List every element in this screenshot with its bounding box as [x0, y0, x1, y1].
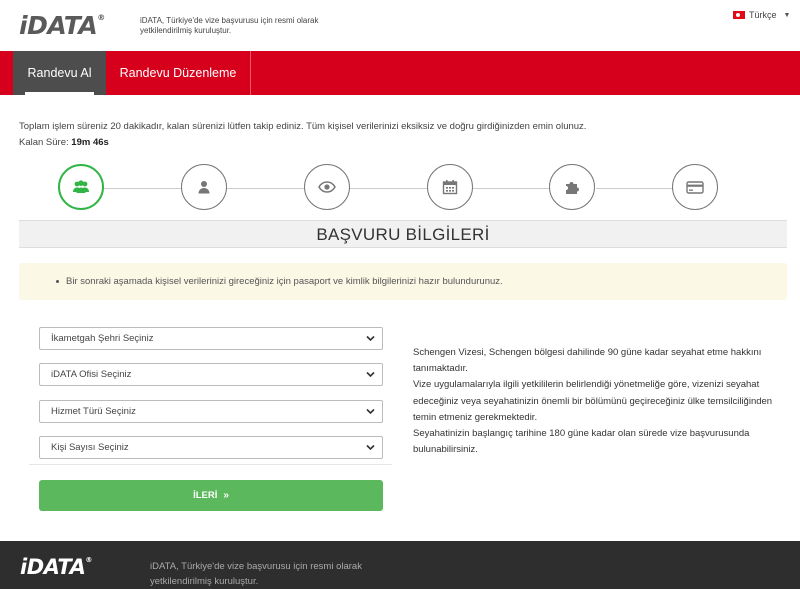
idata-logo[interactable]: iDATA® [19, 11, 105, 40]
double-chevron-right-icon: » [223, 490, 229, 501]
footer-tagline: iDATA, Türkiye'de vize başvurusu için re… [150, 561, 362, 587]
chevron-down-icon [366, 335, 375, 342]
step-4[interactable] [427, 164, 473, 210]
service-select-value: Hizmet Türü Seçiniz [51, 406, 136, 417]
tab-randevu-al[interactable]: Randevu Al [13, 51, 106, 95]
users-icon [73, 180, 89, 193]
service-type-select[interactable]: Hizmet Türü Seçiniz [39, 400, 383, 423]
step-connector [596, 188, 673, 189]
timer-value: 19m 46s [71, 137, 109, 148]
next-button-label: İLERİ [193, 490, 218, 501]
duration-notice: Toplam işlem süreniz 20 dakikadır, kalan… [19, 121, 587, 132]
progress-stepper [0, 163, 800, 213]
chevron-down-icon [366, 408, 375, 415]
main-nav: Randevu Al Randevu Düzenleme [0, 51, 800, 95]
puzzle-icon [566, 182, 579, 194]
turkey-flag-icon [733, 11, 745, 19]
header-tagline: iDATA, Türkiye'de vize başvurusu için re… [140, 16, 319, 35]
people-count-select[interactable]: Kişi Sayısı Seçiniz [39, 436, 383, 459]
city-select[interactable]: İkametgah Şehri Seçiniz [39, 327, 383, 350]
step-1[interactable] [58, 164, 104, 210]
schengen-info: Schengen Vizesi, Schengen bölgesi dahili… [413, 345, 773, 458]
step-2[interactable] [181, 164, 227, 210]
step-connector [473, 188, 550, 189]
info-paragraph: Seyahatinizin başlangıç tarihine 180 gün… [413, 428, 750, 456]
info-paragraph: Vize uygulamalarıyla ilgili yetkililerin… [413, 379, 773, 423]
caret-down-icon: ▼ [783, 11, 791, 19]
people-select-value: Kişi Sayısı Seçiniz [51, 442, 129, 453]
office-select-value: iDATA Ofisi Seçiniz [51, 369, 132, 380]
timer-label: Kalan Süre: [19, 137, 69, 148]
step-connector [227, 188, 304, 189]
language-label: Türkçe [749, 10, 777, 20]
section-title: BAŞVURU BİLGİLERİ [19, 220, 787, 248]
step-connector [350, 188, 427, 189]
chevron-down-icon [366, 371, 375, 378]
chevron-down-icon [366, 444, 375, 451]
step-connector [104, 188, 181, 189]
alert-text: Bir sonraki aşamada kişisel verilerinizi… [66, 276, 503, 287]
header: iDATA® iDATA, Türkiye'de vize başvurusu … [0, 0, 800, 51]
info-alert: Bir sonraki aşamada kişisel verilerinizi… [19, 263, 787, 300]
info-paragraph: Schengen Vizesi, Schengen bölgesi dahili… [413, 347, 762, 375]
credit-card-icon [686, 180, 704, 194]
user-icon [198, 181, 210, 194]
next-button[interactable]: İLERİ » [39, 480, 383, 511]
city-select-value: İkametgah Şehri Seçiniz [51, 333, 154, 344]
language-selector[interactable]: Türkçe ▼ [733, 10, 790, 20]
form-divider [29, 464, 392, 465]
eye-icon [318, 181, 336, 193]
footer: iDATA® iDATA, Türkiye'de vize başvurusu … [0, 541, 800, 589]
step-3[interactable] [304, 164, 350, 210]
footer-logo[interactable]: iDATA® [20, 555, 92, 579]
step-6[interactable] [672, 164, 718, 210]
step-5[interactable] [549, 164, 595, 210]
office-select[interactable]: iDATA Ofisi Seçiniz [39, 363, 383, 386]
calendar-icon [442, 180, 458, 195]
tab-randevu-duzenleme[interactable]: Randevu Düzenleme [106, 51, 251, 95]
remaining-time: Kalan Süre: 19m 46s [19, 137, 109, 148]
